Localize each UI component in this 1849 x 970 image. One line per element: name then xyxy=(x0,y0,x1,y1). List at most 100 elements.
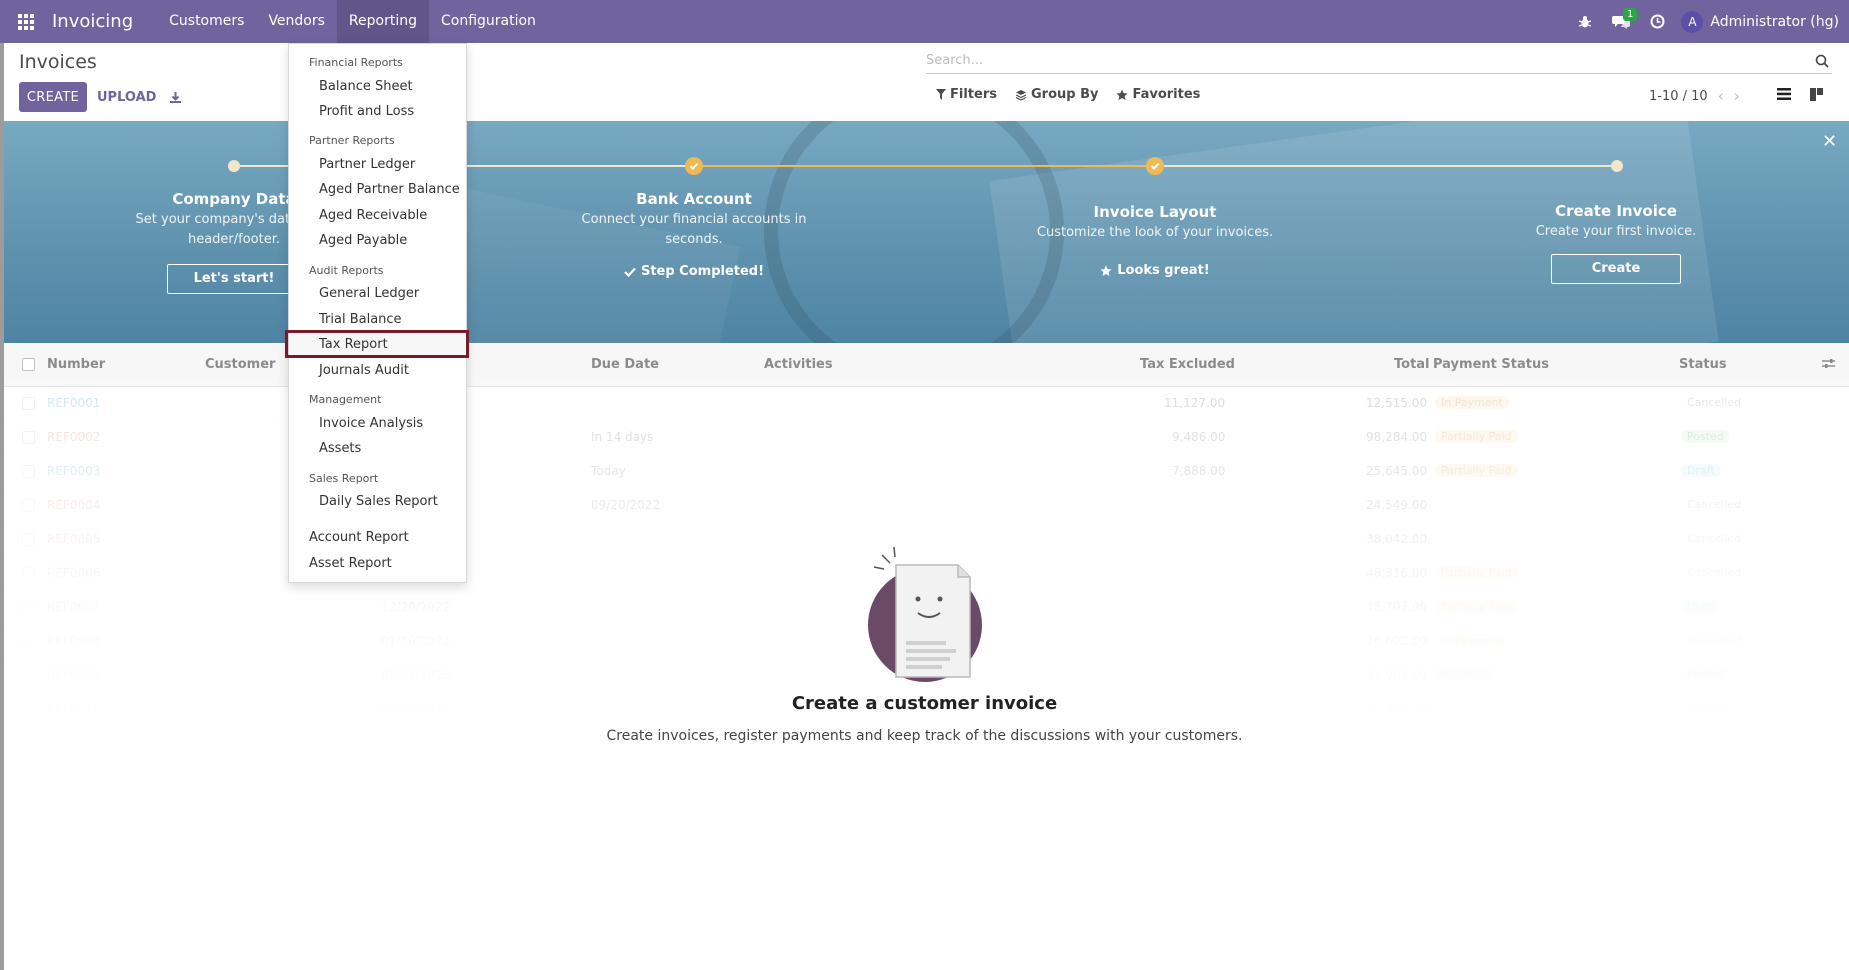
optional-columns-icon[interactable] xyxy=(1822,358,1835,373)
groupby-button[interactable]: Group By xyxy=(1015,87,1098,102)
table-row[interactable]: REF0001 11,127.00 12,515.00 In Payment C… xyxy=(4,387,1849,421)
menu-tax-report[interactable]: Tax Report xyxy=(319,337,388,352)
col-tax-excluded[interactable]: Tax Excluded xyxy=(1140,357,1235,372)
audit-reports-header: Audit Reports xyxy=(309,264,384,277)
col-status[interactable]: Status xyxy=(1679,357,1727,372)
menu-partner-ledger[interactable]: Partner Ledger xyxy=(319,157,415,172)
menu-configuration[interactable]: Configuration xyxy=(429,0,548,43)
menu-trial-balance[interactable]: Trial Balance xyxy=(319,312,402,327)
col-payment-status[interactable]: Payment Status xyxy=(1433,357,1549,372)
table-row[interactable]: REF0004 09/20/2022 24,549.00 Cancelled xyxy=(4,489,1849,523)
clock-icon xyxy=(1650,14,1665,29)
menu-account-report[interactable]: Account Report xyxy=(309,530,409,545)
row-checkbox[interactable] xyxy=(22,397,35,410)
debug-button[interactable] xyxy=(1567,0,1603,43)
close-icon[interactable]: ✕ xyxy=(1822,131,1837,152)
menu-customers[interactable]: Customers xyxy=(157,0,256,43)
activities-button[interactable] xyxy=(1639,0,1675,43)
status-badge: Cancelled xyxy=(1687,396,1742,409)
search-bar[interactable]: Search... xyxy=(926,48,1832,74)
col-activities[interactable]: Activities xyxy=(764,357,833,372)
create-invoice-button[interactable]: Create xyxy=(1550,254,1682,284)
top-navbar: Invoicing Customers Vendors Reporting Co… xyxy=(0,0,1849,43)
sales-report-header: Sales Report xyxy=(309,472,379,485)
menu-aged-payable[interactable]: Aged Payable xyxy=(319,233,407,248)
chevron-right-icon[interactable]: › xyxy=(1734,87,1740,105)
table-row[interactable]: REF0003 Today 7,888.00 25,645.00 Partial… xyxy=(4,455,1849,489)
select-all-checkbox[interactable] xyxy=(22,358,35,371)
messages-badge: 1 xyxy=(1623,8,1638,21)
onboarding-banner: Company Data Set your company's data for… xyxy=(4,121,1849,343)
payment-badge: Partially Paid xyxy=(1435,464,1518,477)
menu-journals-audit[interactable]: Journals Audit xyxy=(319,363,409,378)
col-number[interactable]: Number xyxy=(47,357,105,372)
user-menu[interactable]: A Administrator (hg) xyxy=(1675,0,1849,43)
favorites-button[interactable]: Favorites xyxy=(1116,87,1200,102)
row-tax: 9,486.00 xyxy=(1172,430,1226,444)
menu-balance-sheet[interactable]: Balance Sheet xyxy=(319,79,413,94)
lets-start-button[interactable]: Let's start! xyxy=(166,264,302,294)
download-icon xyxy=(169,91,181,103)
menu-general-ledger[interactable]: General Ledger xyxy=(319,286,419,301)
kanban-view-button[interactable] xyxy=(1807,83,1825,105)
step-done-label: Step Completed! xyxy=(640,264,765,279)
step-dot-company xyxy=(228,160,240,172)
col-total[interactable]: Total xyxy=(1394,357,1430,372)
row-total: 38,042.00 xyxy=(1366,532,1428,546)
download-button[interactable] xyxy=(165,82,185,112)
apps-menu-button[interactable] xyxy=(0,0,52,43)
menu-asset-report[interactable]: Asset Report xyxy=(309,556,392,571)
step-completed: Looks great! xyxy=(995,263,1315,278)
grid-icon xyxy=(18,13,34,30)
step-desc: Customize the look of your invoices. xyxy=(1036,225,1274,240)
chevron-left-icon[interactable]: ‹ xyxy=(1718,87,1724,105)
page-title: Invoices xyxy=(19,51,97,73)
row-checkbox[interactable] xyxy=(22,431,35,444)
col-customer[interactable]: Customer xyxy=(205,357,275,372)
user-name: Administrator (hg) xyxy=(1710,13,1839,30)
menu-reporting[interactable]: Reporting xyxy=(336,0,429,43)
app-brand[interactable]: Invoicing xyxy=(52,11,133,32)
row-checkbox[interactable] xyxy=(22,499,35,512)
upload-button[interactable]: UPLOAD xyxy=(97,82,156,112)
menu-aged-partner-balance[interactable]: Aged Partner Balance xyxy=(319,182,460,197)
filters-button[interactable]: Filters xyxy=(936,87,997,102)
status-badge: Cancelled xyxy=(1687,498,1742,511)
row-total: 24,549.00 xyxy=(1366,498,1428,512)
search-input[interactable]: Search... xyxy=(926,53,1812,68)
star-icon xyxy=(1100,265,1112,276)
step-bank-account: Bank Account Connect your financial acco… xyxy=(534,190,854,279)
progress-line-mid xyxy=(694,165,1155,167)
menu-invoice-analysis[interactable]: Invoice Analysis xyxy=(319,416,423,431)
row-due: In 14 days xyxy=(591,430,654,444)
menu-profit-loss[interactable]: Profit and Loss xyxy=(319,104,414,119)
progress-line-right xyxy=(1155,165,1617,167)
col-due-date[interactable]: Due Date xyxy=(591,357,659,372)
row-tax: 11,127.00 xyxy=(1164,396,1226,410)
messaging-button[interactable]: 1 xyxy=(1603,0,1639,43)
step-done-label: Looks great! xyxy=(1117,263,1210,278)
step-title: Bank Account xyxy=(636,190,752,208)
status-badge: Cancelled xyxy=(1687,532,1742,545)
table-row[interactable]: REF0002 In 14 days 9,486.00 98,284.00 Pa… xyxy=(4,421,1849,455)
row-number: REF0004 xyxy=(47,498,101,512)
step-create-invoice: Create Invoice Create your first invoice… xyxy=(1456,202,1776,284)
search-icon[interactable] xyxy=(1812,54,1832,68)
list-header: Number Customer Due Date Activities Tax … xyxy=(4,343,1849,387)
list-view-button[interactable] xyxy=(1775,83,1793,105)
status-badge: Posted xyxy=(1681,430,1730,443)
menu-assets[interactable]: Assets xyxy=(319,441,361,456)
pager-value[interactable]: 1-10 / 10 xyxy=(1649,89,1708,104)
list-icon xyxy=(1777,88,1791,100)
step-completed: Step Completed! xyxy=(534,264,854,279)
filter-icon xyxy=(936,89,946,100)
create-button[interactable]: CREATE xyxy=(19,82,87,112)
helper-subtitle: Create invoices, register payments and k… xyxy=(606,728,1243,744)
menu-daily-sales-report[interactable]: Daily Sales Report xyxy=(319,494,438,509)
menu-aged-receivable[interactable]: Aged Receivable xyxy=(319,208,427,223)
row-number: REF0003 xyxy=(47,464,101,478)
row-checkbox[interactable] xyxy=(22,465,35,478)
avatar: A xyxy=(1681,10,1704,33)
payment-badge: In Payment xyxy=(1435,396,1509,409)
menu-vendors[interactable]: Vendors xyxy=(256,0,336,43)
